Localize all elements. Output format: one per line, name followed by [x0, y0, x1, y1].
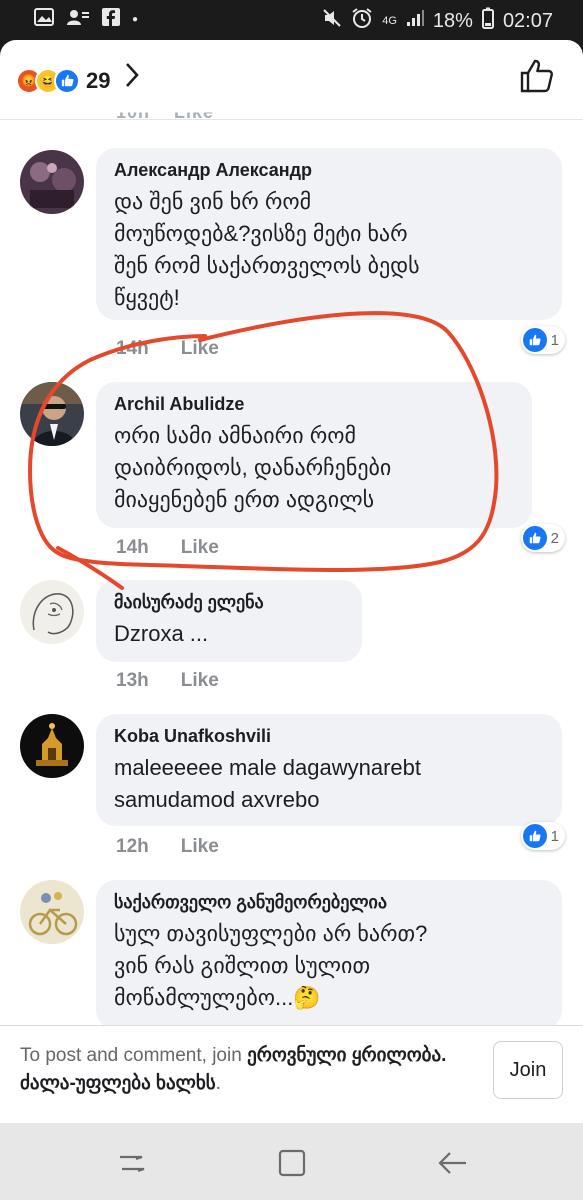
comment-author[interactable]: Koba Unafkoshvili — [114, 726, 544, 747]
reaction-count: 1 — [550, 331, 559, 349]
comment-reaction-badge[interactable]: 1 — [520, 822, 565, 850]
comment-time[interactable]: 13h — [116, 670, 149, 692]
comment-text: maleeeeee male dagawynarebt samudamod ax… — [114, 755, 421, 812]
avatar[interactable] — [20, 714, 84, 778]
reaction-summary[interactable]: 😡 😆 29 — [16, 62, 140, 97]
facebook-icon — [102, 8, 120, 32]
status-bar: ● 4G 18% 02:07 — [0, 0, 583, 40]
avatar[interactable] — [20, 150, 84, 214]
comment-bubble: Archil Abulidze ორი სამი ამნაირი რომ დაი… — [96, 382, 532, 528]
comment-meta: 14h Like — [116, 537, 219, 559]
chevron-right-icon[interactable] — [124, 62, 140, 95]
join-group-bar: To post and comment, join ეროვნული ყრილო… — [0, 1025, 583, 1123]
comments-sheet: 😡 😆 29 10h Like Александр Александр და შ… — [0, 40, 583, 1123]
comment-bubble: მაისურაძე ელენა Dzroxa ... — [96, 580, 362, 662]
comment-like-link[interactable]: Like — [181, 338, 219, 360]
comment-like-link[interactable]: Like — [181, 670, 219, 692]
comment-reaction-badge[interactable]: 1 — [520, 326, 565, 354]
comment-author[interactable]: საქართველო განუმეორებელია — [114, 892, 544, 913]
recent-apps-icon[interactable] — [112, 1145, 152, 1181]
join-button[interactable]: Join — [493, 1041, 563, 1099]
reaction-count: 2 — [550, 529, 559, 547]
comment-time[interactable]: 14h — [116, 537, 149, 559]
contacts-icon — [66, 8, 90, 32]
like-reaction-icon — [522, 824, 547, 848]
like-reaction-icon — [54, 67, 80, 94]
comment-like-link[interactable]: Like — [181, 836, 219, 858]
comment-meta: 14h Like — [116, 338, 219, 360]
comment-meta: 13h Like — [116, 670, 219, 692]
comment-text: ორი სამი ამნაირი რომ დაიბრიდოს, დანარჩენ… — [114, 423, 392, 512]
comment-author[interactable]: Александр Александр — [114, 160, 544, 181]
status-left-icons: ● — [34, 8, 138, 32]
reactions-header: 😡 😆 29 — [0, 40, 583, 120]
like-reaction-icon — [522, 526, 547, 550]
mute-icon — [322, 8, 342, 34]
join-prompt-text: To post and comment, join ეროვნული ყრილო… — [20, 1045, 447, 1094]
comment-bubble: Александр Александр და შენ ვინ ხრ რომ მო… — [96, 148, 562, 320]
back-icon[interactable] — [432, 1145, 472, 1181]
comment-author[interactable]: მაისურაძე ელენა — [114, 592, 344, 613]
notification-dot-icon: ● — [132, 14, 139, 25]
avatar[interactable] — [20, 880, 84, 944]
comment-bubble: Koba Unafkoshvili maleeeeee male dagawyn… — [96, 714, 562, 826]
comment-author[interactable]: Archil Abulidze — [114, 394, 514, 415]
comment-reaction-badge[interactable]: 2 — [520, 524, 565, 552]
signal-icon — [406, 9, 424, 33]
comment-time[interactable]: 12h — [116, 836, 149, 858]
comment-bubble: საქართველო განუმეორებელია სულ თავისუფლებ… — [96, 880, 562, 1030]
comment-like-link[interactable]: Like — [181, 537, 219, 559]
reaction-count: 29 — [86, 67, 111, 93]
picture-icon — [34, 8, 54, 32]
comment-text: სულ თავისუფლები არ ხართ? ვინ რას გიშლით … — [114, 921, 428, 1010]
comment-time[interactable]: 14h — [116, 338, 149, 360]
battery-percent: 18% — [432, 9, 473, 32]
like-reaction-icon — [522, 328, 547, 352]
battery-icon — [481, 7, 494, 35]
reaction-count: 1 — [550, 827, 559, 845]
avatar[interactable] — [20, 382, 84, 446]
home-icon[interactable] — [272, 1145, 312, 1181]
comment-text: და შენ ვინ ხრ რომ მოუწოდებ&?ვისზე მეტი ხ… — [114, 189, 420, 310]
like-post-icon[interactable] — [519, 58, 555, 99]
clock: 02:07 — [502, 9, 553, 32]
comment-meta: 12h Like — [116, 836, 219, 858]
comment-text: Dzroxa ... — [114, 621, 209, 646]
alarm-icon — [351, 7, 373, 35]
network-type: 4G — [382, 15, 397, 27]
android-navigation-bar — [0, 1123, 583, 1200]
avatar[interactable] — [20, 580, 84, 644]
status-right: 4G 18% 02:07 — [322, 7, 553, 35]
